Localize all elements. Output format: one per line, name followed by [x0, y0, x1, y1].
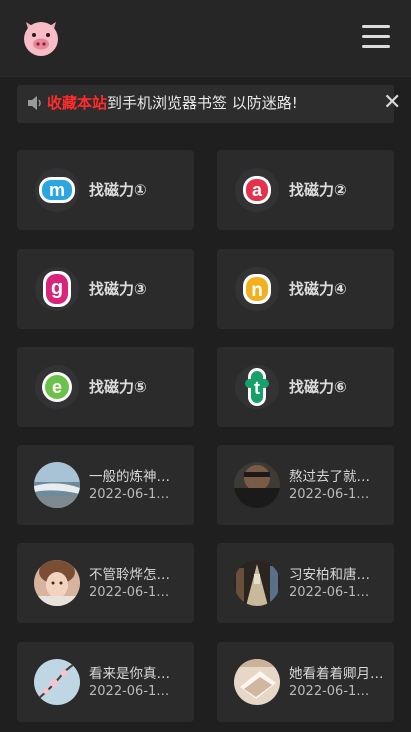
svg-text:n: n	[251, 280, 263, 301]
article-date: 2022-06-1…	[89, 487, 170, 502]
link-card-3[interactable]: g 找磁力③	[17, 249, 194, 329]
letter-g-icon: g	[35, 267, 79, 311]
link-label: 找磁力②	[289, 181, 347, 199]
article-card-6[interactable]: 她看着着卿月… 2022-06-1…	[217, 642, 394, 722]
link-card-6[interactable]: t 找磁力⑥	[217, 347, 394, 427]
article-date: 2022-06-1…	[289, 487, 370, 502]
article-card-3[interactable]: 不管聆烨怎… 2022-06-1…	[17, 543, 194, 623]
header	[0, 0, 411, 77]
avatar	[234, 462, 280, 508]
article-title: 看来是你真…	[89, 666, 170, 682]
link-label: 找磁力①	[89, 181, 147, 199]
svg-text:e: e	[52, 377, 62, 397]
notice-message: 到手机浏览器书签 以防迷路!	[107, 94, 298, 112]
link-card-2[interactable]: a 找磁力②	[217, 150, 394, 230]
link-label: 找磁力⑤	[89, 378, 147, 396]
article-title: 不管聆烨怎…	[89, 567, 170, 583]
letter-m-icon: m	[35, 168, 79, 212]
notice-text: 收藏本站到手机浏览器书签 以防迷路!	[47, 93, 298, 113]
hamburger-menu-icon[interactable]	[362, 23, 392, 49]
svg-text:t: t	[254, 378, 260, 398]
article-title: 习安柏和唐…	[289, 567, 370, 583]
article-date: 2022-06-1…	[289, 684, 370, 699]
article-card-1[interactable]: 一般的炼神… 2022-06-1…	[17, 445, 194, 525]
svg-text:g: g	[51, 277, 63, 299]
letter-t-icon: t	[235, 365, 279, 409]
speaker-icon	[28, 96, 41, 110]
article-title: 熬过去了就…	[289, 469, 370, 485]
article-date: 2022-06-1…	[89, 585, 170, 600]
avatar	[34, 659, 80, 705]
article-date: 2022-06-1…	[289, 585, 370, 600]
avatar	[34, 462, 80, 508]
article-card-2[interactable]: 熬过去了就… 2022-06-1…	[217, 445, 394, 525]
svg-text:m: m	[49, 180, 65, 200]
link-card-1[interactable]: m 找磁力①	[17, 150, 194, 230]
letter-n-icon: n	[235, 267, 279, 311]
article-card-4[interactable]: 习安柏和唐… 2022-06-1…	[217, 543, 394, 623]
link-label: 找磁力③	[89, 280, 147, 298]
article-date: 2022-06-1…	[89, 684, 170, 699]
article-title: 她看着着卿月…	[289, 666, 384, 682]
notice-highlight[interactable]: 收藏本站	[47, 94, 107, 112]
link-label: 找磁力④	[289, 280, 347, 298]
article-title: 一般的炼神…	[89, 469, 170, 485]
svg-text:a: a	[252, 180, 263, 200]
pig-face-icon[interactable]	[20, 16, 62, 58]
link-card-5[interactable]: e 找磁力⑤	[17, 347, 194, 427]
notice-banner: 收藏本站到手机浏览器书签 以防迷路! ✕	[17, 85, 401, 123]
letter-e-icon: e	[35, 365, 79, 409]
avatar	[234, 560, 280, 606]
close-icon[interactable]: ✕	[383, 89, 401, 117]
letter-a-icon: a	[235, 168, 279, 212]
link-label: 找磁力⑥	[289, 378, 347, 396]
article-card-5[interactable]: 看来是你真… 2022-06-1…	[17, 642, 194, 722]
avatar	[234, 659, 280, 705]
link-card-4[interactable]: n 找磁力④	[217, 249, 394, 329]
avatar	[34, 560, 80, 606]
